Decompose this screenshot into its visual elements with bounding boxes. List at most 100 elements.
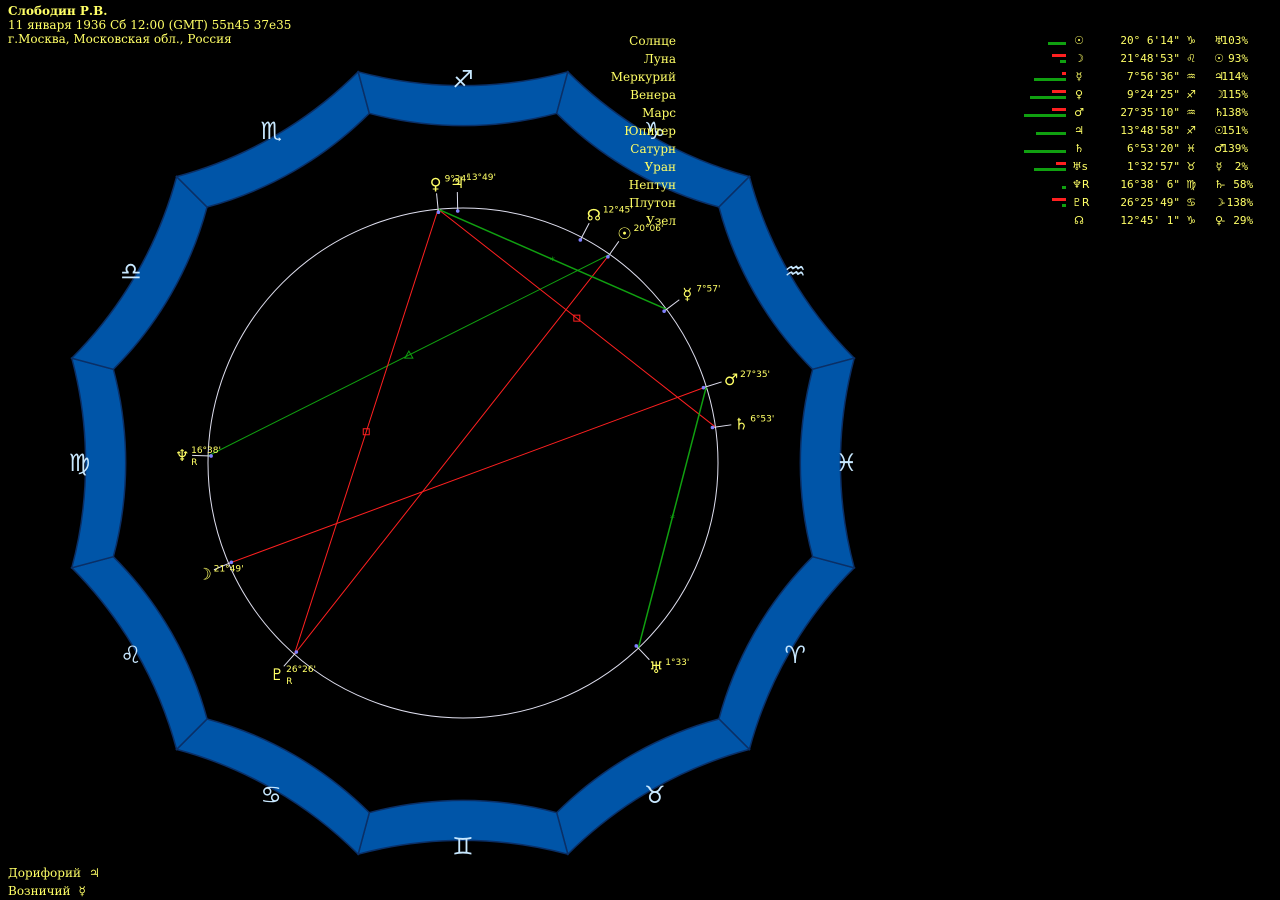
strength-bar: [1020, 108, 1066, 120]
degree-label: 21°49': [214, 565, 244, 575]
planet-position: 27°35'10": [1120, 106, 1180, 119]
planet-tick: [635, 645, 650, 661]
planet-position: 20° 6'14": [1120, 34, 1180, 47]
neptune-icon: ♆R: [1072, 178, 1090, 191]
planet-dot: [701, 385, 706, 390]
degree-label: 13°49': [466, 173, 496, 183]
planet-name: Плутон: [628, 196, 676, 210]
sun-icon: ☉: [1074, 34, 1084, 47]
strength-bar: [1020, 90, 1066, 102]
strength-percent: 103%: [1221, 34, 1249, 47]
degree-label: 7°57': [696, 285, 720, 295]
planet-position: 26°25'49": [1120, 196, 1180, 209]
sign-icon: ♐: [1186, 124, 1196, 137]
strength-percent: 151%: [1221, 124, 1249, 137]
degree-label: 6°53': [750, 414, 774, 424]
birth-datetime: 11 января 1936 Сб 12:00 (GMT) 55n45 37e3…: [8, 18, 292, 32]
degree-label: 27°35': [740, 370, 770, 380]
debility-bar: [1052, 54, 1066, 57]
pluto-icon: ♇R: [1072, 196, 1090, 209]
sign-icon: ♑: [1186, 34, 1196, 47]
planet-position: 1°32'57": [1127, 160, 1180, 173]
planet-position: 9°24'25": [1127, 88, 1180, 101]
saturn-icon: ♄: [1074, 142, 1084, 155]
venus-icon: ♀: [1074, 88, 1084, 101]
planet-name: Марс: [642, 106, 676, 120]
fixed-stars: Дорифорий ♃ Возничий ☿: [8, 864, 100, 900]
venus-icon: ♀: [430, 174, 442, 193]
debility-bar: [1052, 198, 1066, 201]
star-label: Дорифорий: [8, 866, 81, 880]
strength-percent: 139%: [1221, 142, 1249, 155]
mars-icon: ♂: [1074, 106, 1084, 119]
strength-bar: [1020, 126, 1066, 138]
debility-bar: [1062, 72, 1066, 75]
dignity-bar: [1030, 96, 1066, 99]
mercury-icon: ☿: [682, 285, 692, 304]
node-icon: ☊: [587, 205, 601, 224]
planet-tick: [607, 240, 620, 258]
strength-bar: [1020, 198, 1066, 210]
inner-circle: [207, 207, 719, 719]
dignity-bar: [1060, 60, 1066, 63]
node-icon: ☊: [1074, 214, 1084, 227]
virgo-icon: ♍: [69, 449, 91, 477]
star-row: Дорифорий ♃: [8, 864, 100, 882]
planet-name: Сатурн: [630, 142, 676, 156]
sextile-marker: *: [550, 255, 555, 266]
star-row: Возничий ☿: [8, 882, 100, 900]
sign-icon: ♒: [1186, 106, 1196, 119]
natal-chart: ♈♉♊♋♌♍♎♏♐♑♒♓ ** ☉ 20°06'☊ 12°45'♃ 13°49'♀ 9°…: [69, 66, 858, 861]
strength-percent: -138%: [1220, 196, 1254, 209]
aspect-lines: **: [207, 208, 716, 655]
dignity-bar: [1048, 42, 1066, 45]
uranus-icon: ♅s: [1072, 160, 1088, 173]
sign-icon: ♑: [1186, 214, 1196, 227]
planet-points: ☉ 20°06'☊ 12°45'♃ 13°49'♀ 9°24'☿ 7°57'♂ 27°35'…: [175, 173, 774, 687]
planet-dot: [294, 650, 299, 654]
sign-icon: ♐: [1186, 88, 1196, 101]
cancer-icon: ♋: [260, 781, 282, 809]
person-name: Слободин Р.В.: [8, 4, 108, 18]
planet-name: Нептун: [628, 178, 676, 192]
debility-bar: [1056, 162, 1066, 165]
debility-bar: [1052, 108, 1066, 111]
degree-label: 16°38': [191, 446, 221, 456]
jupiter-icon: ♃: [1074, 124, 1084, 137]
planet-position: 12°45' 1": [1120, 214, 1180, 227]
mars-icon: ♂: [724, 370, 738, 389]
strength-bar: [1020, 144, 1066, 156]
planet-position: 13°48'58": [1120, 124, 1180, 137]
planet-position: 6°53'20": [1127, 142, 1180, 155]
retrograde-mark: R: [191, 458, 197, 468]
libra-icon: ♎: [120, 257, 142, 285]
planet-tick: [663, 299, 680, 312]
sun-icon: ☉: [617, 224, 631, 243]
star-label: Возничий: [8, 884, 71, 898]
gemini-icon: ♊: [452, 833, 474, 861]
strength-bar: [1020, 216, 1066, 228]
dignity-bar: [1024, 150, 1066, 153]
planet-name: Солнце: [629, 34, 676, 48]
strength-bar: [1020, 72, 1066, 84]
strength-percent: 93%: [1228, 52, 1248, 65]
planet-dot: [455, 209, 460, 213]
planet-dot: [606, 255, 610, 259]
strength-bar: [1020, 180, 1066, 192]
planet-position: 16°38' 6": [1120, 178, 1180, 191]
degree-label: 26°26': [286, 665, 316, 675]
saturn-icon: ♄: [734, 414, 748, 433]
aries-icon: ♈: [784, 641, 806, 669]
neptune-icon: ♆: [175, 446, 189, 465]
degree-label: 9°24': [445, 174, 469, 184]
aspect-square-line: [293, 209, 439, 655]
aquarius-icon: ♒: [784, 257, 806, 285]
planet-dot: [710, 425, 715, 430]
planet-position: 7°56'36": [1127, 70, 1180, 83]
planet-dot: [436, 210, 441, 215]
strength-percent: 114%: [1221, 70, 1249, 83]
planet-name: Узел: [646, 214, 676, 228]
planet-name: Венера: [630, 88, 676, 102]
strength-percent: - 58%: [1220, 178, 1254, 191]
planet-dot: [578, 238, 583, 242]
